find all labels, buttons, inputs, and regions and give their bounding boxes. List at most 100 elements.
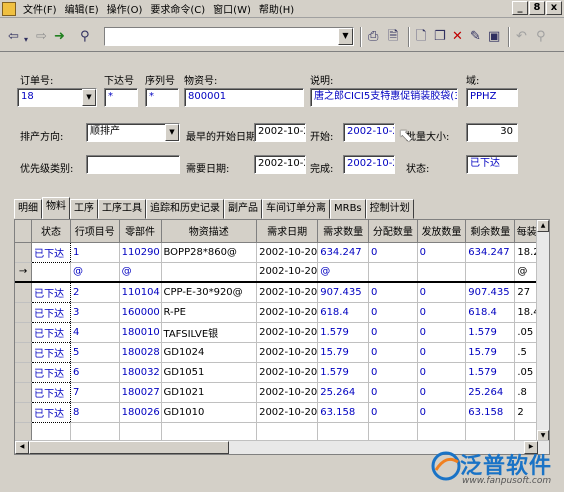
grid-cell[interactable]: 2002-10-20 — [256, 402, 319, 423]
seq-no-field[interactable]: * — [145, 88, 179, 107]
row-selector[interactable] — [15, 282, 33, 303]
order-no-field[interactable]: 18 ▼ — [17, 88, 97, 107]
grid-cell[interactable]: 634.247 — [465, 242, 516, 263]
table-row[interactable] — [15, 422, 549, 443]
table-row[interactable]: 已下达 8 180026 GD1010 2002-10-20 63.158 0 0 63.158… — [15, 401, 549, 423]
grid-cell[interactable]: 8 — [70, 402, 120, 423]
print-preview-icon[interactable]: 🗎 — [388, 30, 398, 44]
order-no-dropdown-icon[interactable]: ▼ — [82, 89, 96, 106]
column-header[interactable]: 需求日期 — [256, 220, 319, 243]
grid-cell[interactable]: 25.264 — [317, 382, 370, 403]
grid-cell[interactable]: 180010 — [119, 322, 162, 343]
grid-cell[interactable] — [70, 422, 120, 443]
tab-tracking-history[interactable]: 追踪和历史记录 — [146, 199, 224, 219]
table-row[interactable]: 已下达 3 160000 R-PE 2002-10-20 618.4 0 0 618.4 18.4 — [15, 301, 549, 323]
description-field[interactable]: 唐之郎CICI5支特惠促销装胶袋(3) — [310, 88, 458, 107]
grid-cell[interactable]: CPP-E-30*920@ — [161, 282, 258, 303]
grid-cell[interactable]: 0 — [368, 382, 418, 403]
column-header[interactable]: 分配数量 — [368, 220, 418, 243]
grid-cell[interactable]: 0 — [368, 282, 418, 303]
new-icon[interactable]: 🗋 — [416, 30, 426, 44]
issue-no-field[interactable]: * — [104, 88, 138, 107]
go-to-icon[interactable]: ➜ — [54, 30, 65, 44]
row-selector[interactable] — [15, 402, 33, 423]
batch-size-field[interactable]: 30 — [466, 123, 518, 142]
grid-cell[interactable]: 0 — [417, 242, 467, 263]
horizontal-scroll-thumb[interactable] — [29, 441, 229, 454]
grid-cell[interactable]: 2 — [70, 282, 120, 303]
grid-cell[interactable] — [417, 262, 467, 283]
grid-cell[interactable]: 2002-10-20 — [256, 382, 319, 403]
grid-cell[interactable]: TAFSILVE银 — [161, 322, 258, 343]
restore-button[interactable]: 8 — [529, 1, 545, 15]
table-row[interactable]: 已下达 4 180010 TAFSILVE银 2002-10-20 1.579 0 0 1.57… — [15, 321, 549, 343]
grid-cell[interactable]: 6 — [70, 362, 120, 383]
grid-cell[interactable]: 1 — [70, 242, 120, 263]
earliest-start-field[interactable]: 2002-10-20 — [254, 123, 306, 142]
grid-cell[interactable]: 0 — [417, 342, 467, 363]
grid-cell[interactable]: 已下达 — [31, 281, 72, 303]
menu-operations[interactable]: 操作(O) — [103, 1, 147, 16]
tab-byproducts[interactable]: 副产品 — [224, 199, 262, 219]
grid-cell[interactable]: 2002-10-20 — [256, 242, 319, 263]
row-selector[interactable] — [15, 302, 33, 323]
table-row[interactable]: 已下达 5 180028 GD1024 2002-10-20 15.79 0 0 15.79.5 — [15, 341, 549, 363]
tab-operations[interactable]: 工序 — [70, 199, 98, 219]
binoculars-icon[interactable]: ⚲ — [80, 30, 90, 44]
domain-field[interactable]: PPHZ — [466, 88, 518, 107]
grid-cell[interactable]: @ — [70, 262, 120, 283]
table-row[interactable]: 已下达 6 180032 GD1051 2002-10-20 1.579 0 0 1.579.0… — [15, 361, 549, 383]
grid-cell[interactable]: 1.579 — [317, 322, 370, 343]
grid-cell[interactable] — [465, 262, 516, 283]
grid-cell[interactable]: 0 — [417, 362, 467, 383]
grid-cell[interactable]: @ — [119, 262, 162, 283]
grid-cell[interactable]: 15.79 — [317, 342, 370, 363]
menu-file[interactable]: 文件(F) — [19, 1, 61, 16]
column-header[interactable]: 行项目号 — [70, 220, 120, 243]
grid-cell[interactable]: 0 — [417, 402, 467, 423]
grid-cell[interactable]: 2002-10-20 — [256, 262, 319, 283]
grid-cell[interactable]: GD1051 — [161, 362, 258, 383]
vertical-scrollbar[interactable]: ▲ ▼ — [536, 220, 549, 442]
need-date-field[interactable]: 2002-10-23 — [254, 155, 306, 174]
minimize-button[interactable]: _ — [512, 1, 528, 15]
grid-cell[interactable]: 907.435 — [465, 282, 516, 303]
scroll-up-icon[interactable]: ▲ — [537, 220, 549, 232]
grid-cell[interactable] — [317, 422, 370, 443]
grid-cell[interactable]: BOPP28*860@ — [161, 242, 258, 263]
search-icon[interactable]: ⚲ — [536, 30, 546, 44]
grid-cell[interactable]: 180027 — [119, 382, 162, 403]
grid-cell[interactable]: 已下达 — [31, 381, 72, 403]
column-header[interactable]: 物资描述 — [161, 220, 258, 243]
close-button[interactable]: x — [546, 1, 562, 15]
material-no-field[interactable]: 800001 — [184, 88, 304, 107]
grid-cell[interactable]: GD1010 — [161, 402, 258, 423]
grid-cell[interactable]: GD1021 — [161, 382, 258, 403]
row-selector[interactable]: → — [15, 262, 33, 283]
grid-cell[interactable]: @ — [317, 262, 370, 283]
row-selector[interactable] — [15, 422, 33, 443]
grid-cell[interactable]: 180028 — [119, 342, 162, 363]
complete-field[interactable]: 2002-10-27 — [343, 155, 395, 174]
grid-cell[interactable]: 已下达 — [31, 361, 72, 383]
grid-cell[interactable]: 180026 — [119, 402, 162, 423]
tab-mrbs[interactable]: MRBs — [330, 199, 366, 219]
grid-cell[interactable]: 15.79 — [465, 342, 516, 363]
grid-cell[interactable]: 5 — [70, 342, 120, 363]
grid-cell[interactable]: 180032 — [119, 362, 162, 383]
grid-cell[interactable]: 1.579 — [465, 362, 516, 383]
grid-cell[interactable]: 0 — [368, 302, 418, 323]
menu-commands[interactable]: 要求命令(C) — [146, 1, 209, 16]
column-header[interactable]: 发放数量 — [417, 220, 467, 243]
grid-cell[interactable] — [368, 422, 418, 443]
grid-cell[interactable]: 4 — [70, 322, 120, 343]
grid-cell[interactable]: 0 — [368, 242, 418, 263]
grid-cell[interactable]: 0 — [417, 322, 467, 343]
grid-cell[interactable]: 7 — [70, 382, 120, 403]
tab-detail[interactable]: 明细 — [14, 199, 42, 219]
grid-cell[interactable]: 618.4 — [465, 302, 516, 323]
grid-cell[interactable]: 2002-10-20 — [256, 322, 319, 343]
table-row[interactable]: 已下达 1 110290 BOPP28*860@ 2002-10-20 634.247 0 0… — [15, 241, 549, 263]
grid-cell[interactable] — [465, 422, 516, 443]
grid-cell[interactable]: 3 — [70, 302, 120, 323]
